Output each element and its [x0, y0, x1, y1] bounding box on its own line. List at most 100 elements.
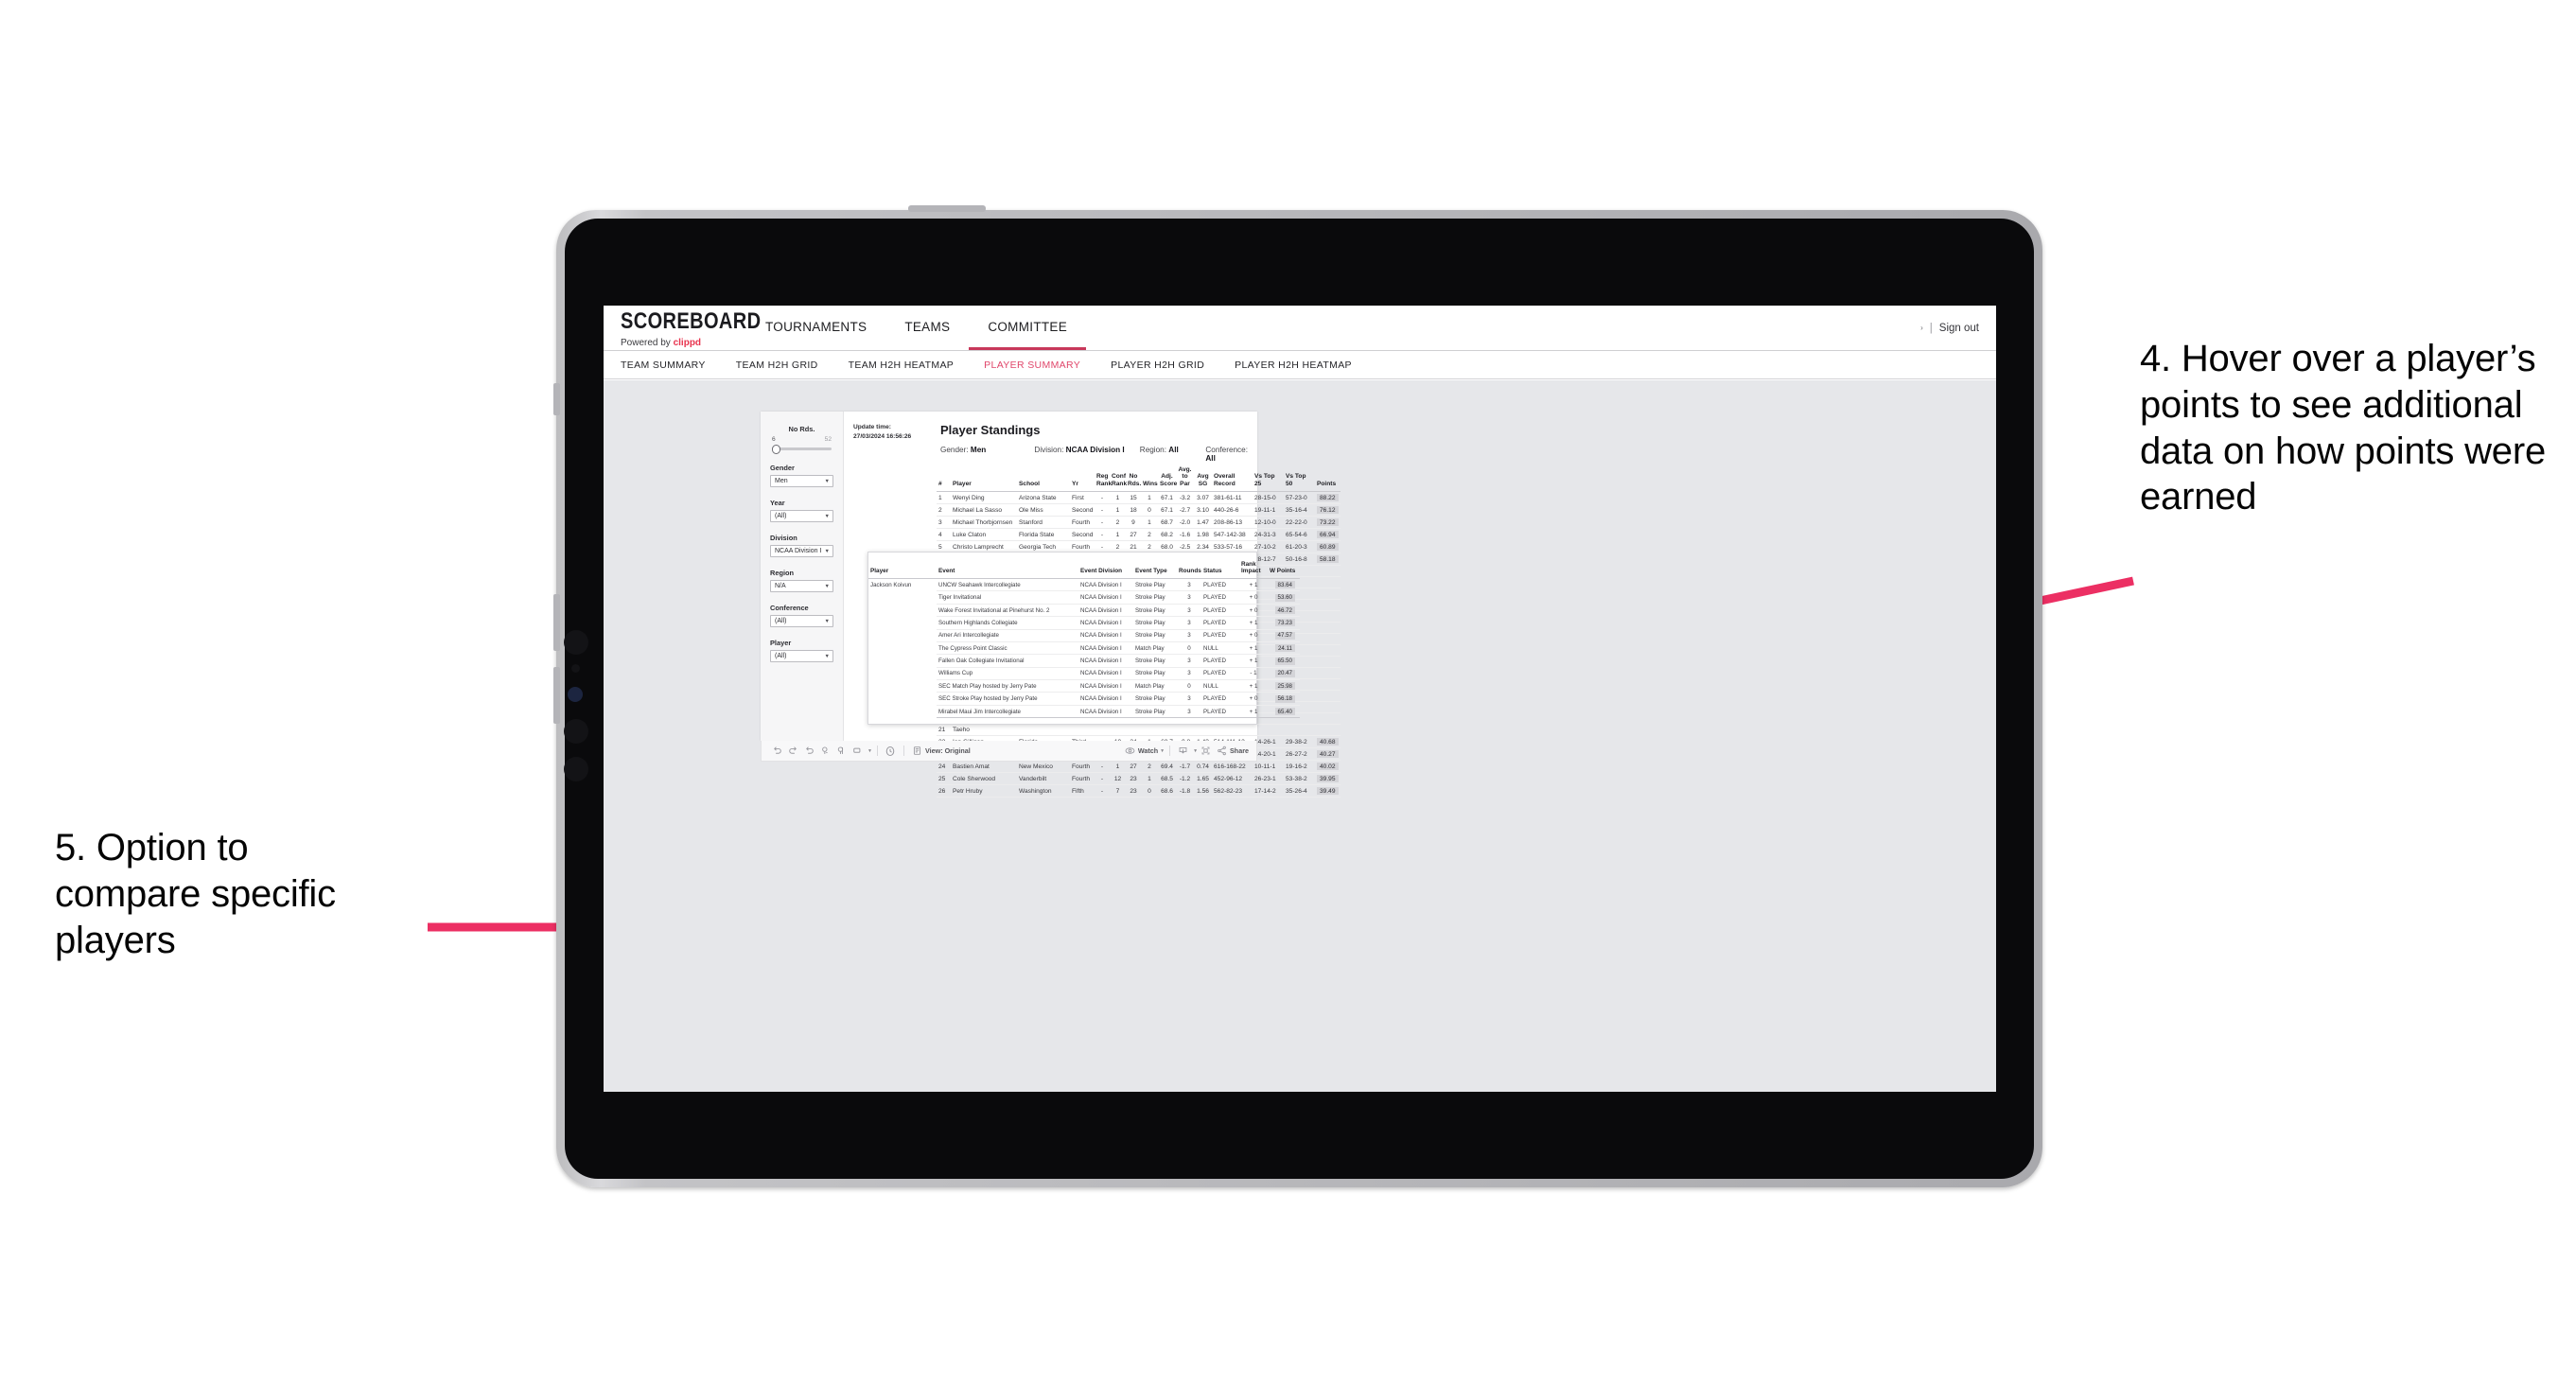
view-original-label[interactable]: View: Original: [925, 746, 971, 755]
conf-rank-cell: [1110, 724, 1126, 737]
tooltip-event-cell: Amer Ari Intercollegiate: [937, 629, 1078, 642]
points-cell[interactable]: 60.89: [1315, 540, 1341, 554]
points-cell[interactable]: [1315, 622, 1341, 635]
points-cell[interactable]: 40.02: [1315, 760, 1341, 774]
table-row[interactable]: 3 Michael Thorbjornsen Stanford Fourth -2 9 1 6…: [937, 516, 1341, 530]
device-layout-icon[interactable]: [850, 744, 866, 759]
tooltip-event-cell: The Cypress Point Classic: [937, 641, 1078, 656]
no-rds-cell: 15: [1126, 491, 1141, 505]
points-cell[interactable]: 58.18: [1315, 553, 1341, 567]
points-cell[interactable]: [1315, 633, 1341, 646]
subnav-item-team-h2h-grid[interactable]: TEAM H2H GRID: [736, 360, 837, 371]
table-row[interactable]: 24 Bastien Amat New Mexico Fourth -1 27 2 69.4-…: [937, 760, 1341, 774]
filter-player-select[interactable]: (All) ▼: [770, 650, 833, 662]
table-row[interactable]: 21 Taeho: [937, 724, 1341, 737]
col-conf-rank[interactable]: Conf Rank: [1110, 465, 1127, 493]
points-cell[interactable]: 73.22: [1315, 516, 1341, 530]
subnav-item-player-h2h-grid[interactable]: PLAYER H2H GRID: [1111, 360, 1223, 371]
points-cell[interactable]: [1315, 599, 1341, 612]
topnav-item-tournaments[interactable]: TOURNAMENTS: [746, 306, 885, 350]
tooltip-event-cell: Tiger Invitational: [937, 590, 1078, 605]
points-cell[interactable]: [1315, 576, 1341, 589]
table-row[interactable]: 26 Petr Hruby Washington Fifth -7 23 0 68.6 -1.8…: [937, 784, 1341, 798]
col-reg-rank[interactable]: Reg Rank: [1095, 465, 1112, 493]
col-vs-top-50[interactable]: Vs Top 50: [1284, 465, 1315, 493]
filter-conference-select[interactable]: (All) ▼: [770, 615, 833, 627]
watch-icon[interactable]: [1122, 744, 1138, 759]
share-icon[interactable]: [1214, 744, 1230, 759]
points-cell[interactable]: [1315, 565, 1341, 578]
points-cell[interactable]: [1315, 656, 1341, 669]
tooltip-player-cell: [868, 591, 937, 604]
filter-gender-select[interactable]: Men ▼: [770, 475, 833, 487]
filter-year-select[interactable]: (All) ▼: [770, 510, 833, 522]
points-cell[interactable]: 39.49: [1315, 784, 1341, 798]
chevron-down-icon[interactable]: ▼: [1160, 748, 1165, 754]
view-icon[interactable]: [909, 744, 925, 759]
watch-label[interactable]: Watch: [1138, 746, 1158, 755]
no-rounds-slider-handle[interactable]: [772, 444, 780, 454]
col-avg-sg[interactable]: Avg SG: [1194, 465, 1212, 493]
points-cell[interactable]: 76.12: [1315, 503, 1341, 518]
filter-player-value: (All): [775, 653, 787, 659]
pause-icon[interactable]: [833, 744, 850, 759]
table-row[interactable]: 4 Luke Claton Florida State Second -1 27 2 68.2…: [937, 528, 1341, 542]
topnav-item-committee[interactable]: COMMITTEE: [969, 306, 1087, 350]
topnav-item-teams[interactable]: TEAMS: [885, 306, 969, 350]
col-yr[interactable]: Yr: [1070, 465, 1095, 493]
revert-icon[interactable]: [801, 744, 817, 759]
col-wins[interactable]: Wins: [1141, 465, 1158, 493]
points-cell[interactable]: [1315, 690, 1341, 703]
points-cell[interactable]: [1315, 712, 1341, 726]
tablet-volume-button-3: [553, 667, 560, 724]
points-cell[interactable]: [1315, 701, 1341, 714]
brand-logo[interactable]: SCOREBOARD Powered by clippd: [604, 306, 761, 350]
chevron-right-icon[interactable]: ›: [1920, 324, 1923, 332]
points-cell[interactable]: 66.94: [1315, 528, 1341, 542]
tooltip-w-points-cell: 65.40: [1268, 705, 1300, 719]
points-cell[interactable]: [1315, 678, 1341, 692]
share-label[interactable]: Share: [1230, 746, 1249, 755]
refresh-icon[interactable]: [817, 744, 833, 759]
points-cell[interactable]: 40.68: [1315, 735, 1341, 749]
table-row[interactable]: 1 Wenyi Ding Arizona State First -1 15 1 67.1 -3…: [937, 491, 1341, 505]
col-player[interactable]: Player: [951, 465, 1017, 493]
col-overall-record[interactable]: Overall Record: [1212, 465, 1253, 493]
tt-col-status: Status: [1201, 558, 1239, 580]
filter-division-select[interactable]: NCAA Division I ▼: [770, 545, 833, 557]
points-cell[interactable]: [1315, 610, 1341, 623]
subnav-item-team-summary[interactable]: TEAM SUMMARY: [621, 360, 725, 371]
subnav-item-team-h2h-heatmap[interactable]: TEAM H2H HEATMAP: [849, 360, 973, 371]
table-row[interactable]: 2 Michael La Sasso Ole Miss Second -1 18 0 67.1…: [937, 503, 1341, 518]
col-points[interactable]: Points: [1315, 465, 1341, 493]
points-cell[interactable]: [1315, 588, 1341, 601]
download-icon[interactable]: [1175, 744, 1191, 759]
col-school[interactable]: School: [1017, 465, 1070, 493]
col-avg-to-par[interactable]: Avg. to Par: [1176, 465, 1194, 493]
points-cell[interactable]: [1315, 667, 1341, 680]
table-row[interactable]: 25 Cole Sherwood Vanderbilt Fourth -12 23 1 68.…: [937, 772, 1341, 786]
col-adj-score[interactable]: Adj. Score: [1158, 465, 1177, 493]
school-cell: Stanford: [1017, 516, 1070, 530]
points-cell[interactable]: [1315, 724, 1341, 737]
undo-icon[interactable]: [769, 744, 785, 759]
player-cell: Taeho: [951, 724, 1017, 737]
fullscreen-icon[interactable]: [1198, 744, 1214, 759]
col-vs-top-25[interactable]: Vs Top 25: [1253, 465, 1284, 493]
points-cell[interactable]: 88.22: [1315, 491, 1341, 505]
points-cell[interactable]: 39.95: [1315, 772, 1341, 786]
col-rank[interactable]: #: [937, 465, 951, 493]
redo-icon[interactable]: [785, 744, 801, 759]
points-cell[interactable]: [1315, 644, 1341, 658]
sign-out-link[interactable]: Sign out: [1939, 323, 1979, 334]
col-no-rds[interactable]: No Rds.: [1126, 465, 1141, 493]
chevron-down-icon[interactable]: ▼: [867, 748, 872, 754]
no-rounds-slider-track[interactable]: [772, 444, 832, 454]
subnav-item-player-summary[interactable]: PLAYER SUMMARY: [984, 360, 1099, 371]
tooltip-rank-impact-cell: - 1: [1239, 667, 1268, 681]
clock-icon[interactable]: [883, 744, 899, 759]
filter-region-select[interactable]: N/A ▼: [770, 580, 833, 592]
subnav-item-player-h2h-heatmap[interactable]: PLAYER H2H HEATMAP: [1235, 360, 1371, 371]
points-cell[interactable]: 40.27: [1315, 747, 1341, 762]
tooltip-event-cell: Mirabel Maui Jim Intercollegiate: [937, 705, 1078, 719]
